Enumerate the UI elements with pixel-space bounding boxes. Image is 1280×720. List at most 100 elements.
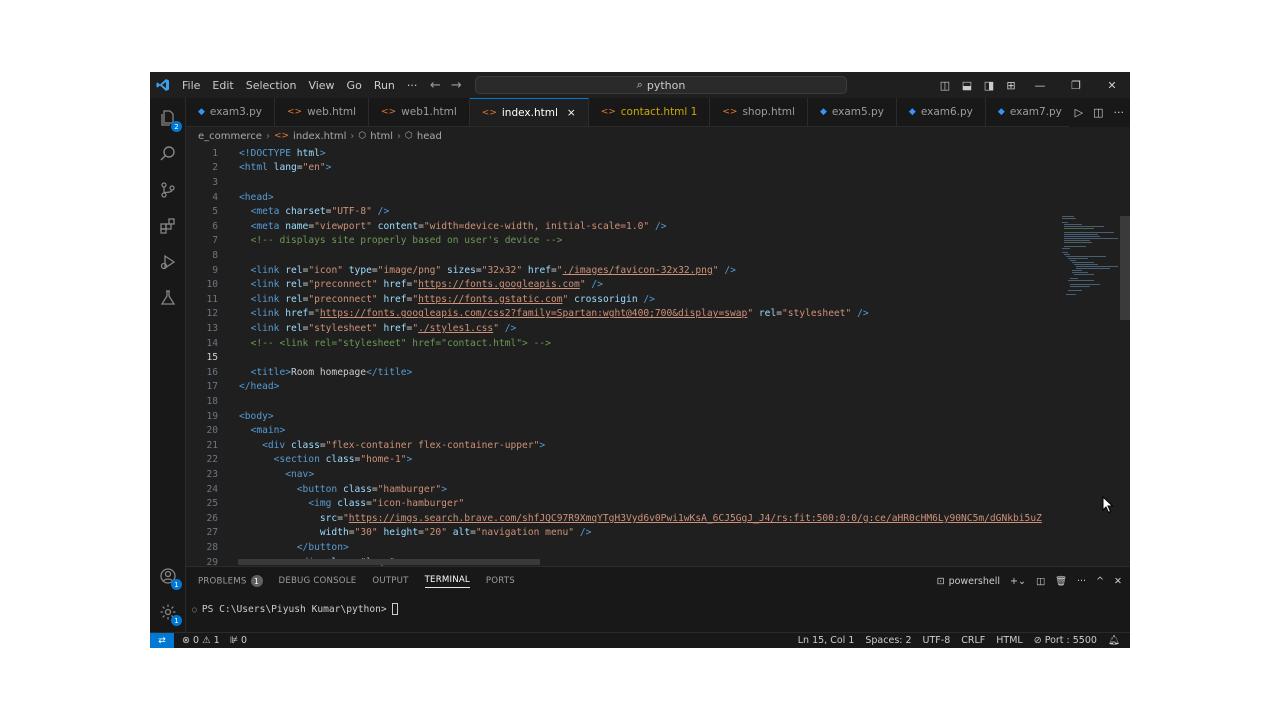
search-icon[interactable] [156,142,180,166]
forward-arrow-icon[interactable]: → [451,78,462,93]
terminal-prompt-line[interactable]: ○ PS C:\Users\Piyush Kumar\python> [192,603,398,615]
code-line[interactable]: 4 <head> [186,190,273,205]
tab-problems[interactable]: PROBLEMS 1 [198,575,263,587]
code-line[interactable]: 3 [186,175,239,190]
encoding[interactable]: UTF-8 [923,635,951,646]
code-text: <link rel="icon" type="image/png" sizes=… [250,264,736,276]
breadcrumb-html[interactable]: html [370,131,393,142]
menu-item[interactable]: View [302,79,340,92]
close-panel-icon[interactable]: ✕ [1114,576,1122,587]
breadcrumb-head[interactable]: head [417,131,442,142]
extensions-icon[interactable] [156,214,180,238]
code-line[interactable]: 15 [186,350,239,365]
vertical-scrollbar[interactable] [1120,216,1130,320]
code-line[interactable]: 28 </button> [186,540,348,555]
code-line[interactable]: 23 <nav> [186,467,314,482]
code-line[interactable]: 5 <meta charset="UTF-8" /> [186,204,389,219]
code-line[interactable]: 11 <link rel="preconnect" href="https://… [186,292,655,307]
tab-debug-console[interactable]: DEBUG CONSOLE [279,576,357,586]
code-line[interactable]: 1 <!DOCTYPE html> [186,146,325,161]
run-file-icon[interactable]: ▷ [1075,106,1083,119]
code-line[interactable]: 9 <link rel="icon" type="image/png" size… [186,263,736,278]
close-tab-icon[interactable]: × [567,107,576,119]
cursor-position[interactable]: Ln 15, Col 1 [798,635,855,646]
horizontal-scrollbar[interactable] [238,559,540,565]
code-line[interactable]: 19 <body> [186,409,273,424]
language-mode[interactable]: HTML [996,635,1022,646]
code-line[interactable]: 13 <link rel="stylesheet" href="./styles… [186,321,516,336]
menu-item[interactable]: Go [341,79,368,92]
back-arrow-icon[interactable]: ← [430,78,441,93]
editor-tab[interactable]: <> web1.html [369,98,470,126]
minimap[interactable] [1060,214,1118,314]
code-line[interactable]: 8 [186,248,239,263]
code-line[interactable]: 14 <!-- <link rel="stylesheet" href="con… [186,336,550,351]
menu-item[interactable]: Selection [240,79,303,92]
menu-item[interactable]: File [176,79,206,92]
indentation[interactable]: Spaces: 2 [865,635,911,646]
toggle-primary-sidebar-icon[interactable]: ◫ [934,79,956,92]
split-editor-icon[interactable]: ◫ [1093,106,1103,119]
source-control-icon[interactable] [156,178,180,202]
code-line[interactable]: 18 [186,394,239,409]
menu-item[interactable]: ··· [401,79,424,92]
restore-button[interactable]: ❐ [1058,79,1094,92]
code-line[interactable]: 17 </head> [186,380,279,395]
customize-layout-icon[interactable]: ⊞ [1000,79,1022,92]
tab-output[interactable]: OUTPUT [372,576,408,586]
toggle-panel-icon[interactable]: ⬓ [956,79,978,92]
live-server-port[interactable]: ⊘ Port : 5500 [1034,635,1097,646]
editor-tab[interactable]: ◆ exam7.py [986,98,1075,126]
editor-tab[interactable]: ◆ exam5.py [808,98,897,126]
editor-tab[interactable]: ◆ exam3.py [186,98,275,126]
notifications-bell-icon[interactable]: 🔔︎ [1108,635,1120,646]
code-line[interactable]: 25 <img class="icon-hamburger" [186,496,464,511]
ports-status[interactable]: ⊯ 0 [230,635,247,646]
problems-status[interactable]: ⊗ 0 ⚠ 1 [182,635,220,646]
split-terminal-icon[interactable]: ◫ [1036,576,1045,587]
terminal-cursor [391,603,398,615]
code-line[interactable]: 26 src="https://imgs.search.brave.com/sh… [186,511,1041,526]
trash-icon[interactable]: 🗑 [1055,576,1067,587]
remote-icon[interactable]: ⇄ [150,633,174,648]
editor-tab[interactable]: ◆ exam6.py [897,98,986,126]
shell-name[interactable]: powershell [949,576,1000,587]
testing-icon[interactable] [156,286,180,310]
breadcrumb-file[interactable]: index.html [293,131,346,142]
tab-terminal[interactable]: TERMINAL [424,575,470,588]
editor-tab[interactable]: <> contact.html 1 [589,98,711,126]
menu-item[interactable]: Run [368,79,401,92]
code-text: <img class="icon-hamburger" [308,498,465,510]
more-actions-icon[interactable]: ··· [1077,576,1086,587]
code-line[interactable]: 16 <title>Room homepage</title> [186,365,412,380]
code-line[interactable]: 10 <link rel="preconnect" href="https://… [186,277,603,292]
code-line[interactable]: 20 <main> [186,423,285,438]
breadcrumb-folder[interactable]: e_commerce [198,131,262,142]
editor-tab[interactable]: <> web.html [275,98,370,126]
new-terminal-icon[interactable]: +⌄ [1010,576,1026,587]
accounts-icon[interactable]: 1 [156,564,182,590]
maximize-panel-icon[interactable]: ^ [1096,576,1104,587]
close-window-button[interactable]: ✕ [1094,79,1130,92]
manage-gear-icon[interactable]: 1 [156,600,182,626]
code-line[interactable]: 2 <html lang="en"> [186,161,331,176]
run-debug-icon[interactable] [156,250,180,274]
code-line[interactable]: 21 <div class="flex-container flex-conta… [186,438,545,453]
code-line[interactable]: 22 <section class="home-1"> [186,453,412,468]
code-line[interactable]: 27 width="30" height="20" alt="navigatio… [186,526,591,541]
explorer-icon[interactable]: 2 [156,106,182,132]
code-editor[interactable]: 1 <!DOCTYPE html> 2 <html lang="en"> 3 4 <head… [186,144,1130,566]
command-center-search[interactable]: ⌕ python [475,76,847,94]
minimize-button[interactable]: — [1022,79,1058,92]
editor-tab[interactable]: <> index.html × [469,98,589,126]
code-line[interactable]: 6 <meta name="viewport" content="width=d… [186,219,666,234]
menu-item[interactable]: Edit [206,79,239,92]
toggle-secondary-sidebar-icon[interactable]: ◨ [978,79,1000,92]
code-line[interactable]: 24 <button class="hamburger"> [186,482,447,497]
more-actions-icon[interactable]: ··· [1114,106,1125,119]
code-line[interactable]: 7 <!-- displays site properly based on u… [186,234,562,249]
editor-tab[interactable]: <> shop.html [710,98,808,126]
end-of-line[interactable]: CRLF [961,635,985,646]
tab-ports[interactable]: PORTS [486,576,515,586]
code-line[interactable]: 12 <link href="https://fonts.googleapis.… [186,307,868,322]
